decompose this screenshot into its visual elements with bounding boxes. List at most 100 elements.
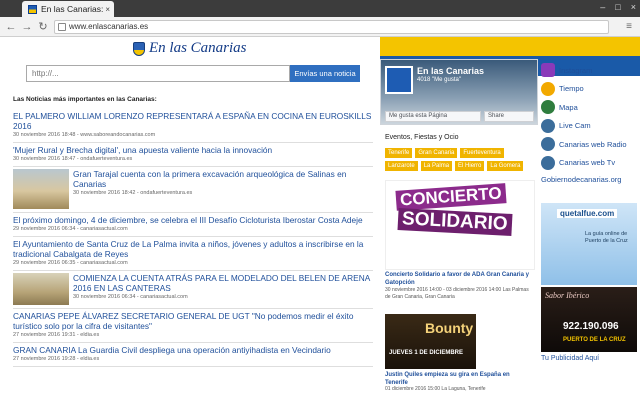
news-title-link[interactable]: El próximo domingo, 4 de diciembre, se c…: [13, 215, 373, 225]
news-title-link[interactable]: COMIENZA LA CUENTA ATRÁS PARA EL MODELAD…: [73, 273, 373, 293]
sidebar-link-mapa[interactable]: Mapa: [541, 98, 640, 117]
event-image-title: Bounty: [425, 320, 474, 336]
browser-toolbar: ← → ↻ www.enlascanarias.es ≡: [0, 17, 640, 37]
event-image-bounty[interactable]: Bounty JUEVES 1 DE DICIEMBRE: [385, 314, 476, 369]
address-bar[interactable]: www.enlascanarias.es: [54, 20, 609, 34]
sidebar-link-label: Canarias web Tv: [559, 158, 616, 168]
browser-tab-bar: En las Canarias: noti × – □ ×: [0, 0, 640, 17]
tag-fuerteventura[interactable]: Fuerteventura: [460, 148, 504, 158]
minimize-icon[interactable]: –: [600, 2, 605, 12]
facebook-page-avatar[interactable]: [385, 66, 413, 94]
page-icon: [58, 23, 66, 31]
news-title-link[interactable]: EL PALMERO WILLIAM LORENZO REPRESENTARÁ …: [13, 111, 373, 131]
news-item: COMIENZA LA CUENTA ATRÁS PARA EL MODELAD…: [13, 271, 373, 309]
news-meta: 30 noviembre 2016 18:47 - ondafuertevent…: [13, 156, 133, 162]
tag-lanzarote[interactable]: Lanzarote: [385, 161, 418, 171]
ad-phone: 922.190.096: [563, 321, 619, 332]
facebook-page-name[interactable]: En las Canarias: [417, 66, 484, 76]
news-item: El próximo domingo, 4 de diciembre, se c…: [13, 213, 373, 237]
event-title-link[interactable]: Justin Quiles empieza su gira en España …: [385, 371, 510, 387]
events-heading: Eventos, Fiestas y Ocio: [385, 134, 459, 141]
forward-arrow-icon[interactable]: →: [20, 20, 34, 34]
news-meta: 30 noviembre 2016 06:34 - canariasactual…: [73, 294, 188, 300]
facebook-page-widget[interactable]: En las Canarias 4018 "Me gusta" Me gusta…: [380, 59, 538, 125]
maximize-icon[interactable]: □: [615, 2, 620, 12]
event-title-link[interactable]: Concierto Solidario a favor de ADA Gran …: [385, 271, 535, 287]
news-meta: 29 noviembre 2016 06:35 - canariasactual…: [13, 260, 128, 266]
sidebar-link-tv[interactable]: Canarias web Tv: [541, 154, 640, 173]
address-url: www.enlascanarias.es: [69, 22, 149, 31]
event-meta: 30 noviembre 2016 14:00 - 03 diciembre 2…: [385, 287, 529, 300]
news-url-input[interactable]: [26, 65, 290, 82]
radio-icon: [541, 137, 555, 152]
sun-icon: [541, 81, 555, 96]
news-thumbnail[interactable]: [13, 273, 69, 305]
sidebar-link-label: Tiempo: [559, 84, 584, 94]
advertise-link[interactable]: Tu Publicidad Aquí: [541, 355, 599, 362]
event-meta: 01 diciembre 2016 15:00 La Laguna, Tener…: [385, 386, 486, 392]
sidebar-links: Instagram Tiempo Mapa Live Cam Canarias …: [541, 61, 640, 186]
site-favicon-icon: [28, 4, 37, 14]
reload-icon[interactable]: ↻: [36, 20, 50, 34]
submit-news-button[interactable]: Envías una noticia: [290, 65, 360, 82]
news-meta: 27 noviembre 2016 19:28 - eldia.es: [13, 356, 100, 362]
event-image-text: CONCIERTO: [395, 183, 507, 211]
news-title-link[interactable]: GRAN CANARIA La Guardia Civil despliega …: [13, 345, 373, 355]
news-item: EL PALMERO WILLIAM LORENZO REPRESENTARÁ …: [13, 109, 373, 143]
site-logo[interactable]: En las Canarias: [133, 40, 247, 57]
news-item: El Ayuntamiento de Santa Cruz de La Palm…: [13, 237, 373, 271]
tag-la-gomera[interactable]: La Gomera: [487, 161, 524, 171]
close-window-icon[interactable]: ×: [631, 2, 636, 12]
sidebar-link-radio[interactable]: Canarias web Radio: [541, 135, 640, 154]
browser-tab[interactable]: En las Canarias: noti ×: [22, 1, 114, 17]
news-item: Gran Tarajal cuenta con la primera excav…: [13, 167, 373, 213]
tag-tenerife[interactable]: Tenerife: [385, 148, 413, 158]
tag-gran-canaria[interactable]: Gran Canaria: [415, 148, 458, 158]
news-title-link[interactable]: 'Mujer Rural y Brecha digital', una apue…: [13, 145, 373, 155]
sidebar-link-instagram[interactable]: Instagram: [541, 61, 640, 80]
ad-text: La guía online de Puerto de la Cruz: [585, 231, 628, 244]
crest-icon: [133, 41, 145, 56]
window-controls: – □ ×: [600, 2, 636, 12]
map-icon: [541, 100, 555, 115]
sidebar-link-label: Live Cam: [559, 121, 591, 131]
news-list: EL PALMERO WILLIAM LORENZO REPRESENTARÁ …: [13, 109, 373, 367]
news-thumbnail[interactable]: [13, 169, 69, 209]
news-heading: Las Noticias más importantes en las Cana…: [13, 96, 157, 103]
tab-close-icon[interactable]: ×: [105, 5, 110, 14]
news-item: GRAN CANARIA La Guardia Civil despliega …: [13, 343, 373, 367]
ad-sabor-iberico[interactable]: Sabor Ibérico 922.190.096 PUERTO DE LA C…: [541, 287, 637, 352]
tag-el-hierro[interactable]: El Hierro: [455, 161, 485, 171]
sidebar-link-gobierno[interactable]: Gobiernodecanarias.org: [541, 172, 640, 186]
ad-quetalfue[interactable]: quetalfue.com La guía online de Puerto d…: [541, 203, 637, 285]
event-image-date: JUEVES 1 DE DICIEMBRE: [389, 350, 464, 356]
web-page: En las Canarias Envías una noticia Las N…: [0, 37, 640, 400]
island-tags: Tenerife Gran Canaria Fuerteventura Lanz…: [385, 148, 535, 171]
event-image-concierto[interactable]: CONCIERTO SOLIDARIO: [385, 180, 535, 270]
news-title-link[interactable]: Gran Tarajal cuenta con la primera excav…: [73, 169, 373, 189]
sidebar-link-live-cam[interactable]: Live Cam: [541, 117, 640, 136]
sidebar-link-label: Canarias web Radio: [559, 139, 627, 149]
instagram-icon: [541, 63, 555, 78]
news-item: 'Mujer Rural y Brecha digital', una apue…: [13, 143, 373, 167]
news-meta: 30 noviembre 2016 18:48 - www.saboreando…: [13, 132, 156, 138]
tag-la-palma[interactable]: La Palma: [420, 161, 453, 171]
news-item: CANARIAS PEPE ÁLVAREZ SECRETARIO GENERAL…: [13, 309, 373, 343]
kebab-menu-icon[interactable]: ≡: [626, 21, 632, 33]
ad-place: PUERTO DE LA CRUZ: [563, 337, 626, 343]
facebook-like-button[interactable]: Me gusta esta Página: [385, 111, 481, 122]
news-meta: 27 noviembre 2016 19:31 - eldia.es: [13, 332, 100, 338]
facebook-likes-count: 4018 "Me gusta": [417, 77, 461, 83]
facebook-share-button[interactable]: Share: [484, 111, 534, 122]
sidebar-link-tiempo[interactable]: Tiempo: [541, 80, 640, 99]
news-meta: 29 noviembre 2016 06:34 - canariasactual…: [13, 226, 128, 232]
tab-title: En las Canarias: noti: [41, 4, 105, 14]
sidebar-link-label: Mapa: [559, 102, 578, 112]
news-meta: 30 noviembre 2016 18:42 - ondafuertevent…: [73, 190, 193, 196]
back-arrow-icon[interactable]: ←: [4, 20, 18, 34]
news-title-link[interactable]: CANARIAS PEPE ÁLVAREZ SECRETARIO GENERAL…: [13, 311, 373, 331]
ad-brand: quetalfue.com: [557, 209, 618, 218]
news-title-link[interactable]: El Ayuntamiento de Santa Cruz de La Palm…: [13, 239, 373, 259]
tv-icon: [541, 155, 555, 170]
logo-text: En las Canarias: [149, 40, 247, 56]
